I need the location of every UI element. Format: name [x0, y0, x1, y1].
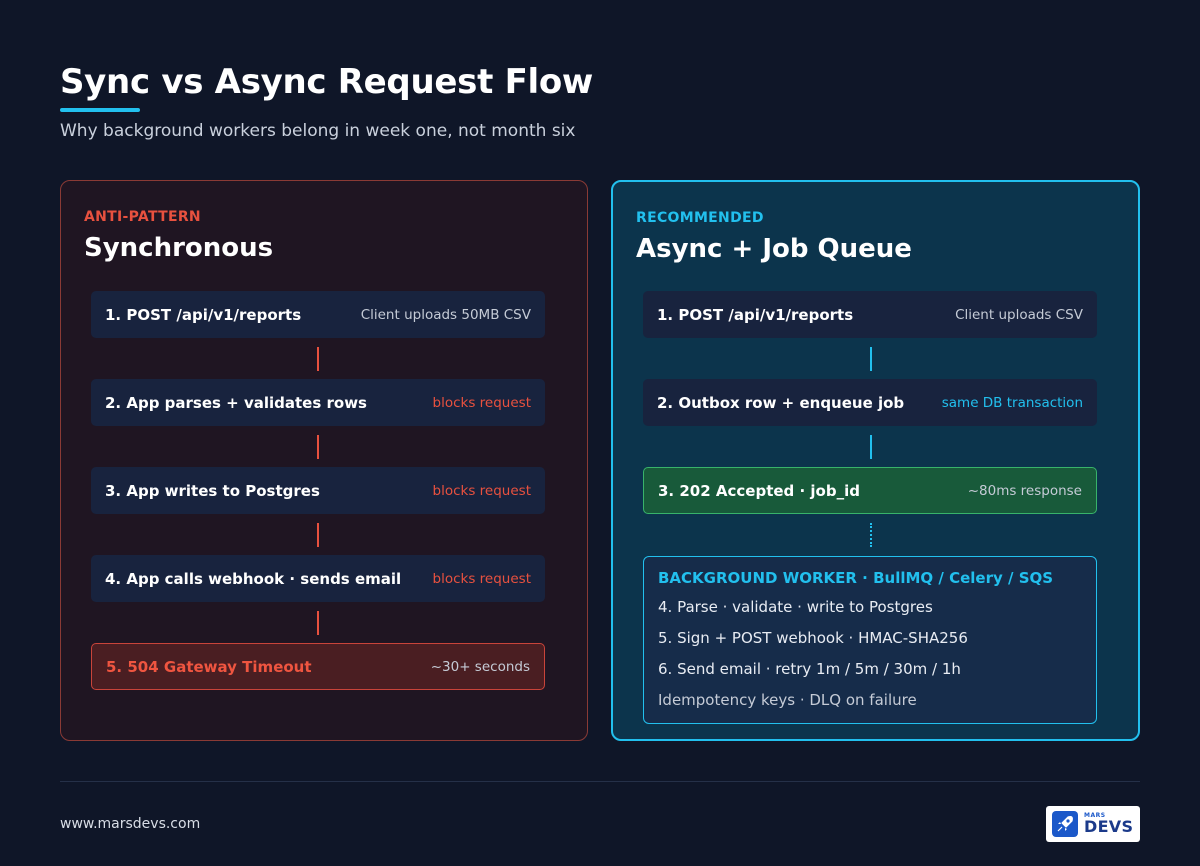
sync-kicker: ANTI-PATTERN	[84, 209, 201, 225]
sync-step-4: 4. App calls webhook · sends email block…	[91, 555, 545, 602]
background-worker-box: BACKGROUND WORKER · BullMQ / Celery / SQ…	[643, 556, 1097, 724]
sync-title: Synchronous	[84, 233, 274, 263]
rocket-icon	[1052, 811, 1078, 837]
title-underline	[60, 108, 140, 112]
logo-big: DEVS	[1084, 817, 1134, 836]
step-note: Client uploads 50MB CSV	[360, 306, 531, 323]
step-label: 4. App calls webhook · sends email	[105, 569, 402, 588]
async-kicker: RECOMMENDED	[636, 210, 764, 226]
step-note: blocks request	[432, 570, 531, 587]
sync-step-1: 1. POST /api/v1/reports Client uploads 5…	[91, 291, 545, 338]
connector-line	[317, 347, 319, 371]
worker-line: Idempotency keys · DLQ on failure	[658, 691, 917, 709]
worker-line: 5. Sign + POST webhook · HMAC-SHA256	[658, 629, 968, 647]
step-label: 1. POST /api/v1/reports	[105, 305, 302, 324]
step-note: Client uploads CSV	[955, 306, 1083, 323]
step-note: same DB transaction	[941, 394, 1083, 411]
sync-panel: ANTI-PATTERN Synchronous 1. POST /api/v1…	[60, 180, 588, 741]
connector-line	[317, 611, 319, 635]
async-step-1: 1. POST /api/v1/reports Client uploads C…	[643, 291, 1097, 338]
step-label: 1. POST /api/v1/reports	[657, 305, 854, 324]
async-step-2: 2. Outbox row + enqueue job same DB tran…	[643, 379, 1097, 426]
connector-dotted	[870, 523, 872, 547]
step-label: 2. App parses + validates rows	[105, 393, 367, 412]
worker-title: BACKGROUND WORKER · BullMQ / Celery / SQ…	[658, 569, 1054, 587]
step-label: 3. App writes to Postgres	[105, 481, 320, 500]
sync-step-2: 2. App parses + validates rows blocks re…	[91, 379, 545, 426]
marsdevs-logo[interactable]: MARS DEVS	[1046, 806, 1140, 842]
logo-text: MARS DEVS	[1084, 813, 1133, 835]
connector-line	[870, 435, 872, 459]
async-title: Async + Job Queue	[636, 234, 912, 264]
step-label: 5. 504 Gateway Timeout	[106, 657, 312, 676]
step-note: blocks request	[432, 482, 531, 499]
connector-line	[317, 523, 319, 547]
worker-line: 4. Parse · validate · write to Postgres	[658, 598, 933, 616]
step-note: ~30+ seconds	[430, 658, 530, 675]
async-step-3-accepted: 3. 202 Accepted · job_id ~80ms response	[643, 467, 1097, 514]
step-label: 3. 202 Accepted · job_id	[658, 481, 860, 500]
page-title: Sync vs Async Request Flow	[60, 62, 594, 102]
async-panel: RECOMMENDED Async + Job Queue 1. POST /a…	[611, 180, 1140, 741]
footer-url[interactable]: www.marsdevs.com	[60, 816, 200, 832]
step-note: ~80ms response	[967, 482, 1082, 499]
sync-step-5-timeout: 5. 504 Gateway Timeout ~30+ seconds	[91, 643, 545, 690]
step-label: 2. Outbox row + enqueue job	[657, 393, 905, 412]
footer-divider	[60, 781, 1140, 782]
page-subtitle: Why background workers belong in week on…	[60, 121, 576, 141]
step-note: blocks request	[432, 394, 531, 411]
sync-step-3: 3. App writes to Postgres blocks request	[91, 467, 545, 514]
connector-line	[870, 347, 872, 371]
connector-line	[317, 435, 319, 459]
worker-line: 6. Send email · retry 1m / 5m / 30m / 1h	[658, 660, 961, 678]
